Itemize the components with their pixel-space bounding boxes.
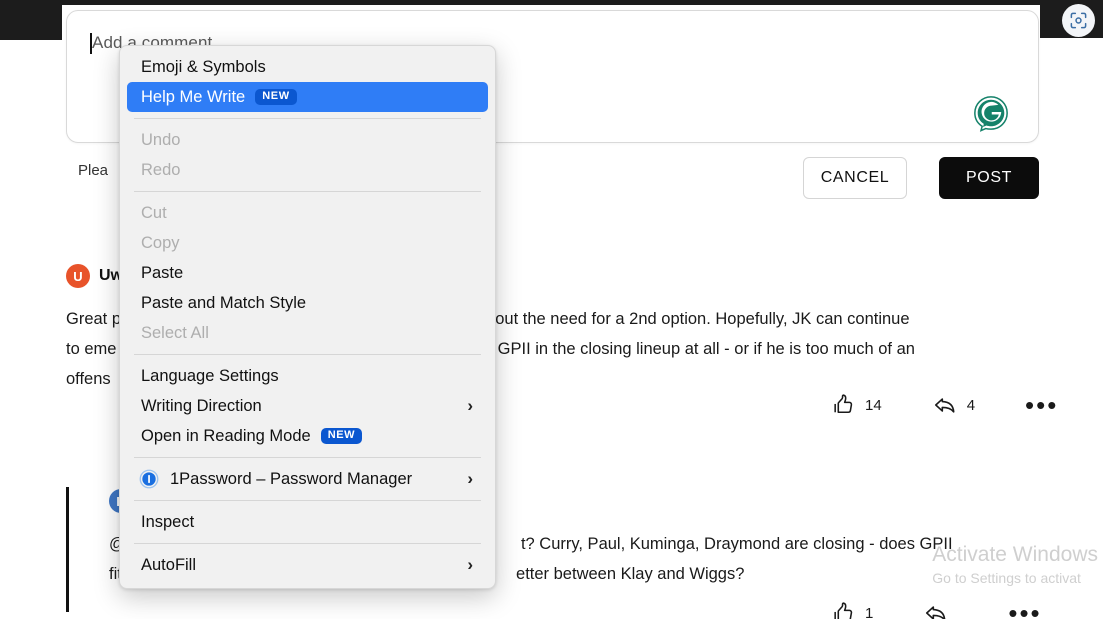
comment-reactions: 14 4 ••• — [831, 392, 1058, 418]
window-edge-left — [0, 0, 62, 40]
chevron-right-icon: › — [467, 469, 473, 488]
menu-item-label: Writing Direction — [141, 396, 262, 415]
menu-item-label: AutoFill — [141, 555, 197, 574]
menu-item-writing-direction[interactable]: Writing Direction › — [120, 391, 495, 421]
like-count: 1 — [865, 604, 874, 619]
comment-text-left: to eme — [66, 340, 117, 358]
new-badge: NEW — [320, 428, 363, 444]
thumbs-up-icon — [834, 601, 853, 619]
composer-hint-text: Plea — [78, 162, 109, 179]
menu-item-label: 1Password – Password Manager — [170, 469, 413, 488]
menu-item-copy[interactable]: Copy — [120, 228, 495, 258]
thumbs-up-icon — [834, 393, 853, 413]
comment-text-right: out the need for a 2nd option. Hopefully… — [495, 310, 910, 328]
menu-item-open-in-reading-mode[interactable]: Open in Reading Mode NEW — [120, 421, 495, 451]
window-edge-top — [62, 0, 1040, 5]
menu-item-autofill[interactable]: AutoFill › — [120, 550, 495, 580]
menu-item-paste[interactable]: Paste — [120, 258, 495, 288]
menu-item-redo[interactable]: Redo — [120, 155, 495, 185]
like-button[interactable]: 1 — [831, 601, 873, 619]
menu-divider — [134, 543, 481, 544]
avatar: U — [66, 264, 90, 288]
menu-item-label: Inspect — [141, 512, 195, 531]
post-button[interactable]: POST — [939, 157, 1039, 199]
screenshot-capture-icon[interactable] — [1062, 4, 1095, 37]
1password-icon — [139, 469, 159, 489]
reply-arrow-icon — [934, 398, 955, 413]
menu-item-label: Copy — [141, 233, 180, 252]
menu-item-label: Open in Reading Mode — [141, 426, 311, 445]
menu-item-label: Help Me Write — [141, 87, 246, 106]
menu-item-label: Emoji & Symbols — [141, 57, 266, 76]
comment-text-right: etter between Klay and Wiggs? — [516, 565, 745, 583]
comment-text-left: offens — [66, 370, 111, 388]
menu-item-label: Cut — [141, 203, 167, 222]
menu-item-label: Redo — [141, 160, 181, 179]
comment-text-left: Great p — [66, 310, 122, 328]
reply-button[interactable]: 4 — [932, 392, 975, 418]
grammarly-glyph — [974, 96, 1008, 132]
menu-item-language-settings[interactable]: Language Settings — [120, 361, 495, 391]
chevron-right-icon: › — [467, 396, 473, 415]
reply-count: 4 — [966, 396, 976, 414]
menu-item-paste-and-match-style[interactable]: Paste and Match Style — [120, 288, 495, 318]
menu-item-label: Language Settings — [141, 366, 279, 385]
grammarly-icon[interactable] — [972, 94, 1010, 132]
comment-reactions: 1 ••• — [831, 600, 1042, 619]
menu-item-inspect[interactable]: Inspect — [120, 507, 495, 537]
reply-button[interactable] — [923, 600, 958, 619]
page-root: Add a comment... Plea CANCEL POST U Uw G… — [0, 0, 1103, 619]
menu-divider — [134, 354, 481, 355]
quote-bar — [66, 487, 69, 612]
menu-item-label: Undo — [141, 130, 181, 149]
new-badge: NEW — [255, 89, 297, 105]
menu-divider — [134, 500, 481, 501]
menu-item-label: Paste — [141, 263, 184, 282]
capture-glyph — [1070, 12, 1087, 29]
menu-item-select-all[interactable]: Select All — [120, 318, 495, 348]
menu-item-label: Select All — [141, 323, 209, 342]
menu-item-1password[interactable]: 1Password – Password Manager › — [120, 464, 495, 494]
comment-text-right: GPII in the closing lineup at all - or i… — [497, 340, 915, 358]
more-options-button[interactable]: ••• — [1008, 600, 1041, 619]
menu-item-label: Paste and Match Style — [141, 293, 307, 312]
menu-item-cut[interactable]: Cut — [120, 198, 495, 228]
chevron-right-icon: › — [467, 555, 473, 574]
menu-item-emoji-symbols[interactable]: Emoji & Symbols — [120, 52, 495, 82]
like-count: 14 — [865, 396, 882, 414]
menu-divider — [134, 118, 481, 119]
cancel-button[interactable]: CANCEL — [803, 157, 907, 199]
menu-divider — [134, 191, 481, 192]
like-button[interactable]: 14 — [831, 393, 882, 418]
comment-text-right: t? Curry, Paul, Kuminga, Draymond are cl… — [520, 535, 953, 553]
menu-divider — [134, 457, 481, 458]
reply-arrow-icon — [926, 606, 946, 619]
context-menu[interactable]: Emoji & Symbols Help Me Write NEW Undo R… — [119, 45, 496, 589]
1password-glyph — [139, 469, 159, 489]
menu-item-help-me-write[interactable]: Help Me Write NEW — [127, 82, 488, 112]
more-options-button[interactable]: ••• — [1025, 392, 1058, 418]
menu-item-undo[interactable]: Undo — [120, 125, 495, 155]
